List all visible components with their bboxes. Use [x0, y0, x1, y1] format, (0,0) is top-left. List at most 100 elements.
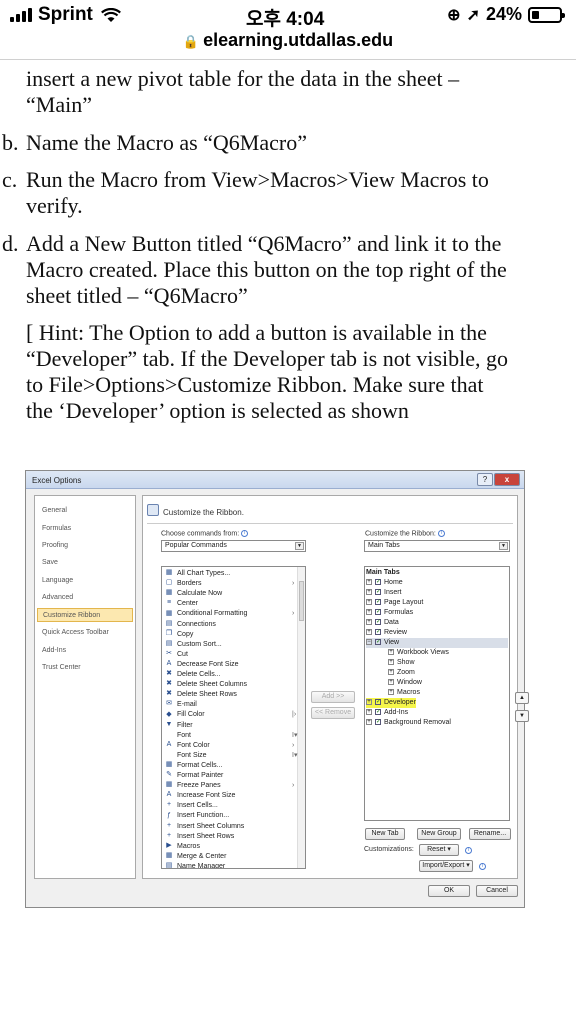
- tree-item-macros[interactable]: + Macros: [388, 688, 420, 698]
- tree-item-review[interactable]: + ✓ Review: [366, 628, 407, 638]
- nav-item-trust-center[interactable]: Trust Center: [37, 661, 133, 675]
- address-bar[interactable]: 🔒 elearning.utdallas.edu: [0, 30, 576, 51]
- command-item[interactable]: ▶ Macros: [165, 842, 200, 852]
- cancel-button[interactable]: Cancel: [476, 885, 518, 897]
- tree-item-developer[interactable]: + ✓ Developer: [366, 698, 416, 708]
- command-item[interactable]: ▢ Borders ›: [165, 579, 295, 589]
- ribbon-tabs-tree[interactable]: Main Tabs + ✓ Home + ✓ Insert + ✓ Page Layout + ✓ F…: [364, 566, 510, 821]
- checkbox[interactable]: ✓: [375, 599, 381, 606]
- command-item[interactable]: ▦ Freeze Panes ›: [165, 781, 295, 791]
- collapse-icon[interactable]: −: [366, 639, 372, 646]
- tree-item-insert[interactable]: + ✓ Insert: [366, 588, 402, 598]
- choose-commands-select[interactable]: Popular Commands ▼: [161, 540, 306, 552]
- new-tab-button[interactable]: New Tab: [365, 828, 405, 840]
- nav-item-save[interactable]: Save: [37, 556, 133, 570]
- tree-item-window[interactable]: + Window: [388, 678, 422, 688]
- checkbox[interactable]: ✓: [375, 639, 381, 646]
- expand-icon[interactable]: +: [366, 609, 372, 616]
- expand-icon[interactable]: +: [366, 699, 372, 706]
- expand-icon[interactable]: +: [366, 719, 372, 726]
- command-item[interactable]: ✖ Delete Cells...: [165, 670, 221, 680]
- ok-button[interactable]: OK: [428, 885, 470, 897]
- nav-item-formulas[interactable]: Formulas: [37, 522, 133, 536]
- expand-icon[interactable]: +: [366, 579, 372, 586]
- checkbox[interactable]: ✓: [375, 619, 381, 626]
- command-item[interactable]: ✂ Cut: [165, 650, 188, 660]
- command-item[interactable]: ❐ Copy: [165, 630, 193, 640]
- command-item[interactable]: ▼ Filter: [165, 721, 193, 731]
- customize-ribbon-select[interactable]: Main Tabs ▼: [364, 540, 510, 552]
- expand-icon[interactable]: +: [366, 709, 372, 716]
- command-item[interactable]: ✖ Delete Sheet Rows: [165, 690, 237, 700]
- tree-item-show[interactable]: + Show: [388, 658, 415, 668]
- commands-list[interactable]: ▦ All Chart Types... ▢ Borders › ▦ Calculate N…: [161, 566, 306, 869]
- tree-item-workbook-views[interactable]: + Workbook Views: [388, 648, 449, 658]
- nav-item-general[interactable]: General: [37, 504, 133, 518]
- checkbox[interactable]: ✓: [375, 709, 381, 716]
- command-item[interactable]: + Insert Sheet Rows: [165, 832, 234, 842]
- nav-item-advanced[interactable]: Advanced: [37, 591, 133, 605]
- nav-item-customize-ribbon[interactable]: Customize Ribbon: [37, 608, 133, 622]
- new-group-button[interactable]: New Group: [417, 828, 461, 840]
- nav-item-language[interactable]: Language: [37, 574, 133, 588]
- command-item[interactable]: Font I▾: [165, 731, 297, 741]
- rename-button[interactable]: Rename...: [469, 828, 511, 840]
- command-item[interactable]: ✉ E-mail: [165, 700, 197, 710]
- tree-item-data[interactable]: + ✓ Data: [366, 618, 399, 628]
- help-button[interactable]: ?: [477, 473, 493, 486]
- expand-icon[interactable]: +: [388, 689, 394, 696]
- reset-button[interactable]: Reset ▾: [419, 844, 459, 856]
- move-up-button[interactable]: ▲: [515, 692, 529, 704]
- command-item[interactable]: ▤ Name Manager: [165, 862, 226, 868]
- command-item[interactable]: A Font Color ›: [165, 741, 295, 751]
- command-item[interactable]: ≡ Center: [165, 599, 198, 609]
- command-item[interactable]: ▦ Conditional Formatting ›: [165, 609, 295, 619]
- move-down-button[interactable]: ▼: [515, 710, 529, 722]
- tree-item-zoom[interactable]: + Zoom: [388, 668, 415, 678]
- tree-item-home[interactable]: + ✓ Home: [366, 578, 403, 588]
- command-item[interactable]: ƒ Insert Function...: [165, 811, 229, 821]
- command-item[interactable]: ▤ Connections: [165, 620, 216, 630]
- command-item[interactable]: + Insert Sheet Columns: [165, 822, 244, 832]
- nav-item-proofing[interactable]: Proofing: [37, 539, 133, 553]
- remove-button[interactable]: << Remove: [311, 707, 355, 719]
- expand-icon[interactable]: +: [366, 589, 372, 596]
- checkbox[interactable]: ✓: [375, 719, 381, 726]
- command-item[interactable]: ▦ Format Cells...: [165, 761, 223, 771]
- checkbox[interactable]: ✓: [375, 609, 381, 616]
- nav-item-add-ins[interactable]: Add-Ins: [37, 644, 133, 658]
- command-item[interactable]: Font Size I▾: [165, 751, 297, 761]
- close-button[interactable]: x: [494, 473, 520, 486]
- command-item[interactable]: ▤ Custom Sort...: [165, 640, 222, 650]
- command-icon: ▦: [165, 851, 173, 859]
- command-item[interactable]: ▦ All Chart Types...: [165, 569, 230, 579]
- command-item[interactable]: ✎ Format Painter: [165, 771, 223, 781]
- expand-icon[interactable]: +: [366, 629, 372, 636]
- checkbox[interactable]: ✓: [375, 629, 381, 636]
- checkbox[interactable]: ✓: [375, 699, 381, 706]
- command-item[interactable]: A Decrease Font Size: [165, 660, 239, 670]
- tree-item-page-layout[interactable]: + ✓ Page Layout: [366, 598, 423, 608]
- import-export-button[interactable]: Import/Export ▾: [419, 860, 473, 872]
- tree-item-add-ins[interactable]: + ✓ Add-Ins: [366, 708, 408, 718]
- expand-icon[interactable]: +: [366, 599, 372, 606]
- tree-item-formulas[interactable]: + ✓ Formulas: [366, 608, 413, 618]
- command-item[interactable]: ◆ Fill Color |›: [165, 710, 296, 720]
- command-item[interactable]: + Insert Cells...: [165, 801, 218, 811]
- tree-item-view[interactable]: − ✓ View: [366, 638, 508, 648]
- tree-item-background-removal[interactable]: + ✓ Background Removal: [366, 718, 451, 728]
- command-item[interactable]: ▦ Merge & Center: [165, 851, 227, 862]
- add-button[interactable]: Add >>: [311, 691, 355, 703]
- checkbox[interactable]: ✓: [375, 579, 381, 586]
- expand-icon[interactable]: +: [388, 679, 394, 686]
- command-item[interactable]: ✖ Delete Sheet Columns: [165, 680, 247, 690]
- command-item[interactable]: A Increase Font Size: [165, 791, 236, 801]
- command-item[interactable]: ▦ Calculate Now: [165, 589, 222, 599]
- expand-icon[interactable]: +: [388, 669, 394, 676]
- expand-icon[interactable]: +: [388, 659, 394, 666]
- scrollbar[interactable]: [297, 567, 305, 868]
- expand-icon[interactable]: +: [366, 619, 372, 626]
- expand-icon[interactable]: +: [388, 649, 394, 656]
- checkbox[interactable]: ✓: [375, 589, 381, 596]
- nav-item-quick-access-toolbar[interactable]: Quick Access Toolbar: [37, 626, 133, 640]
